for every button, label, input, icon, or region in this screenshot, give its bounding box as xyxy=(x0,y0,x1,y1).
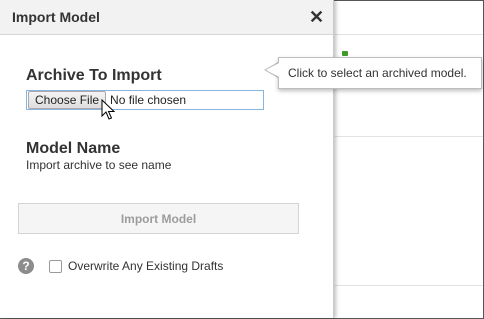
overwrite-drafts-checkbox[interactable] xyxy=(49,260,62,273)
model-name-heading: Model Name xyxy=(26,140,121,157)
archive-heading: Archive To Import xyxy=(26,67,162,84)
help-icon[interactable]: ? xyxy=(18,258,34,274)
background-divider xyxy=(335,136,483,137)
close-icon[interactable]: ✕ xyxy=(309,8,324,26)
overwrite-drafts-label[interactable]: Overwrite Any Existing Drafts xyxy=(68,259,223,273)
background-divider xyxy=(335,34,483,35)
model-name-hint: Import archive to see name xyxy=(26,158,172,172)
background-divider xyxy=(335,285,483,286)
tooltip-arrow-fill xyxy=(266,63,279,77)
tooltip-text: Click to select an archived model. xyxy=(288,66,467,80)
background-status-marker xyxy=(342,51,348,56)
dialog-titlebar: Import Model ✕ xyxy=(0,0,333,35)
dialog-title: Import Model xyxy=(12,9,100,25)
file-status-text: No file chosen xyxy=(110,93,187,107)
import-model-button[interactable]: Import Model xyxy=(18,203,299,234)
choose-file-button[interactable]: Choose File xyxy=(28,91,107,109)
archive-file-input[interactable]: Choose File No file chosen xyxy=(26,90,264,110)
import-model-dialog: Import Model ✕ Archive To Import Choose … xyxy=(0,0,334,318)
file-input-tooltip: Click to select an archived model. xyxy=(278,57,482,89)
mouse-pointer-icon xyxy=(101,99,115,120)
